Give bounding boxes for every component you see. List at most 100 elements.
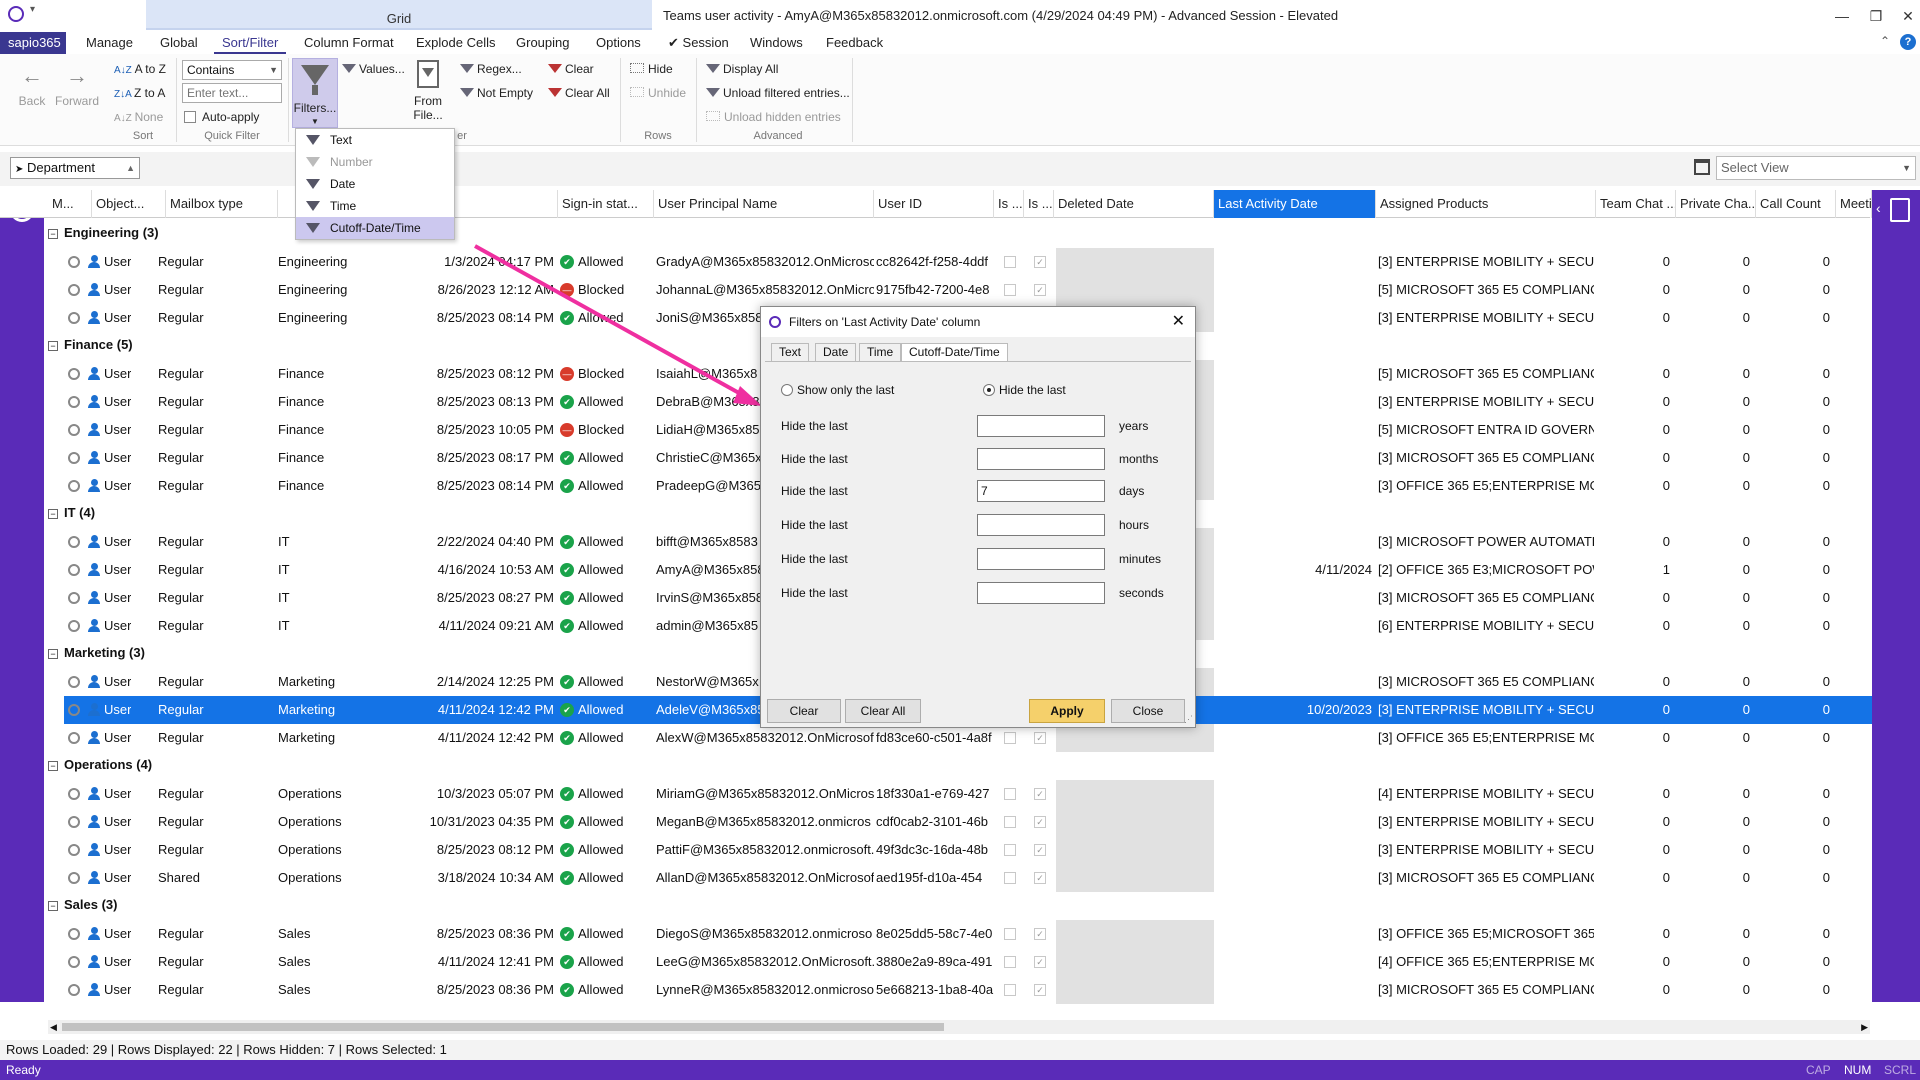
filters-menu-item[interactable]: Time	[296, 195, 454, 217]
dialog-close-button[interactable]: Close	[1111, 699, 1185, 723]
field-hours-input[interactable]	[977, 514, 1105, 536]
group-header[interactable]: − Marketing (3)	[48, 640, 145, 666]
menu-session[interactable]: ✔ Session	[660, 32, 737, 54]
row-radio-icon[interactable]	[68, 368, 80, 380]
checkbox-icon[interactable]	[1004, 256, 1016, 268]
group-by-chip[interactable]: ➤ Department ▲	[10, 157, 140, 179]
forward-button[interactable]: → Forward	[54, 64, 100, 109]
checkbox-icon[interactable]	[1004, 956, 1016, 968]
field-days-input[interactable]: 7	[977, 480, 1105, 502]
sort-z-to-a-button[interactable]: Z↓A Z to A	[114, 86, 165, 102]
row-radio-icon[interactable]	[68, 844, 80, 856]
scrollbar-thumb[interactable]	[62, 1023, 944, 1031]
app-logo-icon[interactable]	[8, 6, 24, 22]
scroll-right-icon[interactable]: ▶	[1861, 1020, 1868, 1034]
row-radio-icon[interactable]	[68, 256, 80, 268]
sort-none-button[interactable]: A↓Z None	[114, 110, 163, 126]
row-radio-icon[interactable]	[68, 788, 80, 800]
filters-menu-item[interactable]: Date	[296, 173, 454, 195]
clear-filter-button[interactable]: Clear	[548, 62, 594, 76]
column-header-12[interactable]: Assigned Products	[1376, 190, 1596, 218]
column-header-13[interactable]: Team Chat ...	[1596, 190, 1676, 218]
dialog-tab[interactable]: Text	[771, 343, 810, 361]
dialog-tab[interactable]: Cutoff-Date/Time	[901, 343, 1008, 362]
row-radio-icon[interactable]	[68, 872, 80, 884]
checkbox-icon[interactable]: ✓	[1034, 928, 1046, 940]
row-radio-icon[interactable]	[68, 480, 80, 492]
column-header-14[interactable]: Private Cha...	[1676, 190, 1756, 218]
clear-all-filter-button[interactable]: Clear All	[548, 86, 610, 100]
row-radio-icon[interactable]	[68, 620, 80, 632]
menu-global[interactable]: Global	[152, 32, 206, 54]
dialog-tab[interactable]: Time	[859, 343, 902, 361]
resize-grip-icon[interactable]: ⋰	[1184, 714, 1193, 725]
checkbox-icon[interactable]: ✓	[1034, 872, 1046, 884]
column-header-8[interactable]: Is ...	[994, 190, 1024, 218]
collapse-group-icon[interactable]: −	[48, 341, 58, 351]
column-header-0[interactable]: M...	[48, 190, 92, 218]
filters-menu-item[interactable]: Number	[296, 151, 454, 173]
table-row[interactable]: User Regular Operations 10/3/2023 05:07 PM ✔…	[64, 780, 1872, 808]
scroll-left-icon[interactable]: ◀	[50, 1020, 57, 1034]
group-header[interactable]: − Engineering (3)	[48, 220, 159, 246]
menu-sort-filter[interactable]: Sort/Filter	[214, 32, 287, 54]
checkbox-icon[interactable]: ✓	[1034, 284, 1046, 296]
checkbox-icon[interactable]	[1004, 872, 1016, 884]
checkbox-icon[interactable]: ✓	[1034, 844, 1046, 856]
select-view-dropdown[interactable]: Select View ▼	[1716, 156, 1916, 180]
collapse-group-icon[interactable]: −	[48, 509, 58, 519]
group-header[interactable]: − IT (4)	[48, 500, 95, 526]
row-radio-icon[interactable]	[68, 732, 80, 744]
menu-app[interactable]: sapio365	[0, 32, 66, 54]
field-months-input[interactable]	[977, 448, 1105, 470]
column-header-5[interactable]: Sign-in stat...	[558, 190, 654, 218]
quickfilter-text-input[interactable]	[182, 83, 282, 103]
row-radio-icon[interactable]	[68, 592, 80, 604]
help-icon[interactable]: ?	[1900, 34, 1916, 50]
menu-column-format[interactable]: Column Format	[296, 32, 402, 54]
row-radio-icon[interactable]	[68, 564, 80, 576]
row-radio-icon[interactable]	[68, 704, 80, 716]
row-radio-icon[interactable]	[68, 816, 80, 828]
group-header[interactable]: − Sales (3)	[48, 892, 117, 918]
row-radio-icon[interactable]	[68, 424, 80, 436]
quick-access-dropdown-icon[interactable]: ▾	[30, 4, 35, 15]
group-header[interactable]: − Operations (4)	[48, 752, 152, 778]
checkbox-icon[interactable]	[1004, 284, 1016, 296]
table-row[interactable]: User Regular Sales 8/25/2023 08:36 PM ✔ Allow…	[64, 976, 1872, 1004]
dialog-tab[interactable]: Date	[815, 343, 857, 361]
collapse-ribbon-icon[interactable]: ⌃	[1880, 34, 1890, 48]
values-button[interactable]: Values...	[342, 62, 405, 76]
table-row[interactable]: User Regular Marketing 4/11/2024 12:42 PM ✔ A…	[64, 724, 1872, 752]
table-row[interactable]: User Regular Sales 8/25/2023 08:36 PM ✔ Allow…	[64, 920, 1872, 948]
checkbox-icon[interactable]	[1004, 984, 1016, 996]
checkbox-icon[interactable]	[1004, 788, 1016, 800]
checkbox-icon[interactable]: ✓	[1034, 984, 1046, 996]
column-header-16[interactable]: Meeti	[1836, 190, 1872, 218]
checkbox-icon[interactable]	[1004, 928, 1016, 940]
horizontal-scrollbar[interactable]: ◀ ▶	[48, 1020, 1870, 1034]
column-header-6[interactable]: User Principal Name	[654, 190, 874, 218]
checkbox-icon[interactable]: ✓	[1034, 816, 1046, 828]
table-row[interactable]: User Regular Engineering 8/26/2023 12:12 AM…	[64, 276, 1872, 304]
column-header-11[interactable]: Last Activity Date	[1214, 190, 1376, 218]
close-window-button[interactable]: ✕	[1888, 0, 1920, 32]
unload-filtered-button[interactable]: Unload filtered entries...	[706, 86, 850, 100]
show-only-radio[interactable]: Show only the last	[781, 383, 894, 397]
not-empty-button[interactable]: Not Empty	[460, 86, 533, 100]
row-radio-icon[interactable]	[68, 956, 80, 968]
back-button[interactable]: ← Back	[14, 64, 50, 109]
dialog-clear-all-button[interactable]: Clear All	[845, 699, 921, 723]
column-header-1[interactable]: Object...	[92, 190, 166, 218]
table-row[interactable]: User Regular Operations 8/25/2023 08:12 PM ✔…	[64, 836, 1872, 864]
field-seconds-input[interactable]	[977, 582, 1105, 604]
collapse-group-icon[interactable]: −	[48, 901, 58, 911]
column-header-15[interactable]: Call Count	[1756, 190, 1836, 218]
from-file-button[interactable]: From File...	[406, 60, 450, 122]
group-header[interactable]: − Finance (5)	[48, 332, 133, 358]
row-radio-icon[interactable]	[68, 452, 80, 464]
collapse-group-icon[interactable]: −	[48, 229, 58, 239]
hide-rows-button[interactable]: Hide	[630, 62, 673, 76]
sort-a-to-z-button[interactable]: A↓Z A to Z	[114, 62, 166, 78]
view-grid-icon[interactable]	[1694, 159, 1710, 175]
